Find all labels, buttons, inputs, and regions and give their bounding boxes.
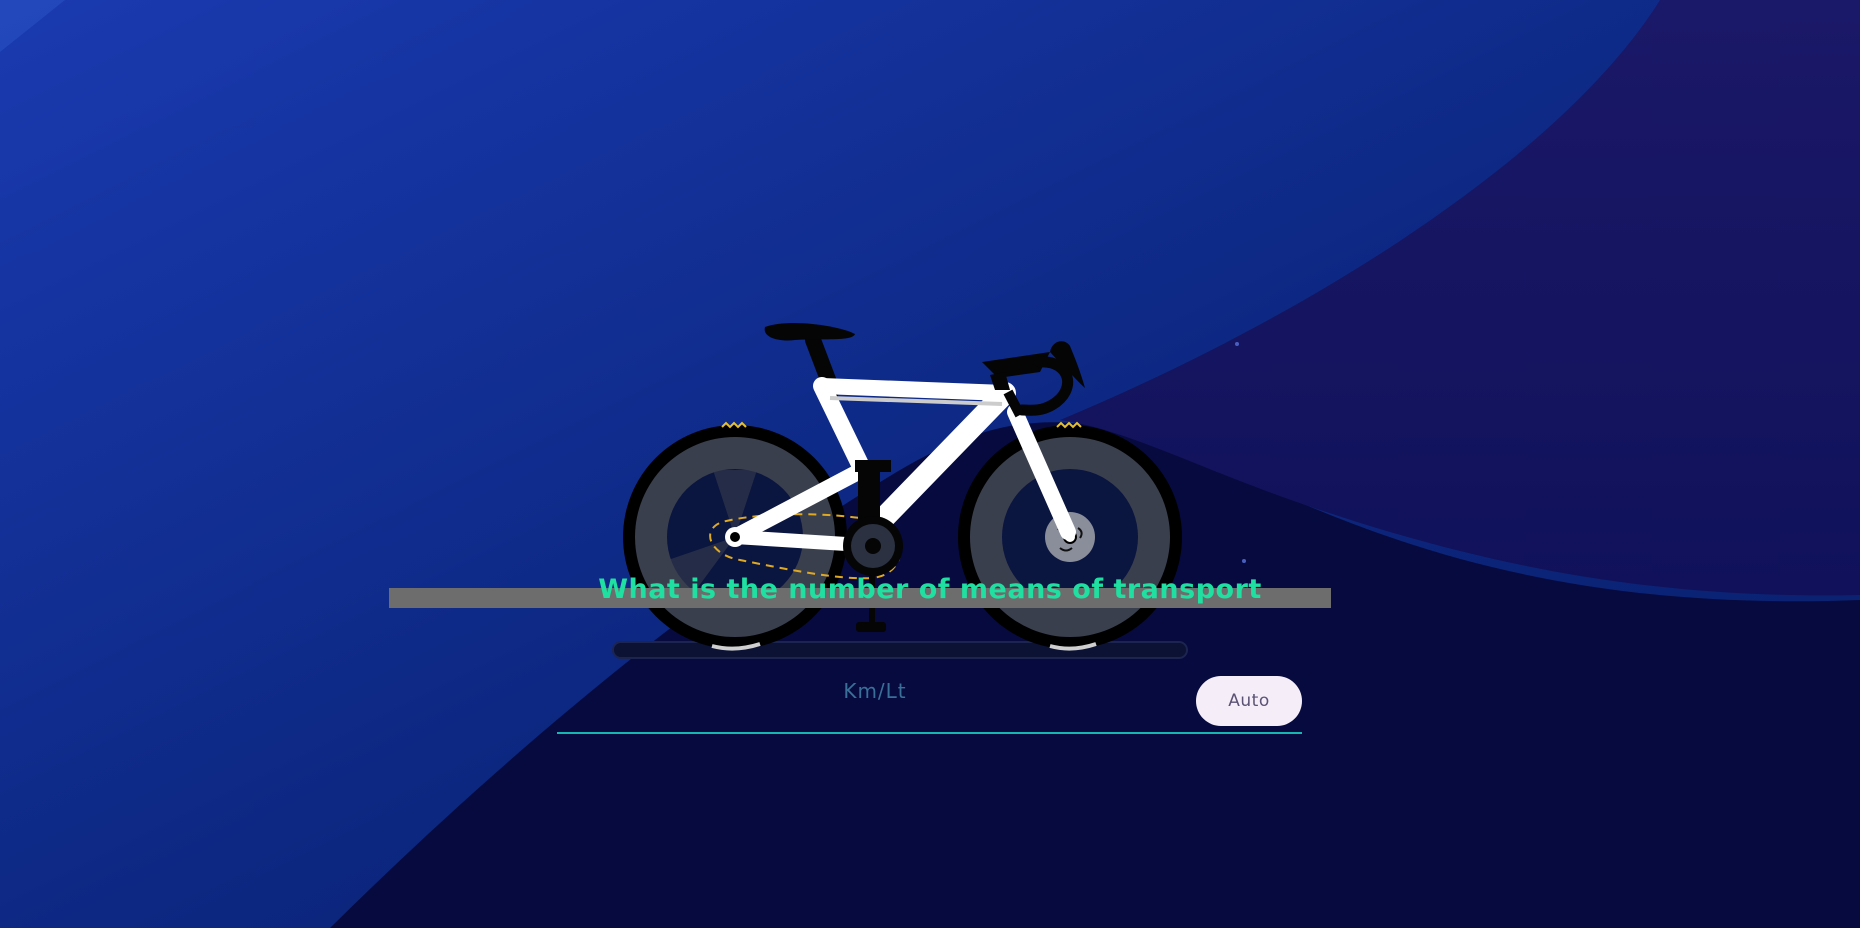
efficiency-field bbox=[557, 670, 1302, 734]
racing-bicycle-icon bbox=[612, 323, 1188, 659]
page: What is the number of means of transport… bbox=[0, 0, 1860, 928]
efficiency-input[interactable] bbox=[557, 670, 1193, 712]
question-text: What is the number of means of transport bbox=[598, 574, 1262, 605]
auto-button[interactable]: Auto bbox=[1196, 676, 1302, 726]
